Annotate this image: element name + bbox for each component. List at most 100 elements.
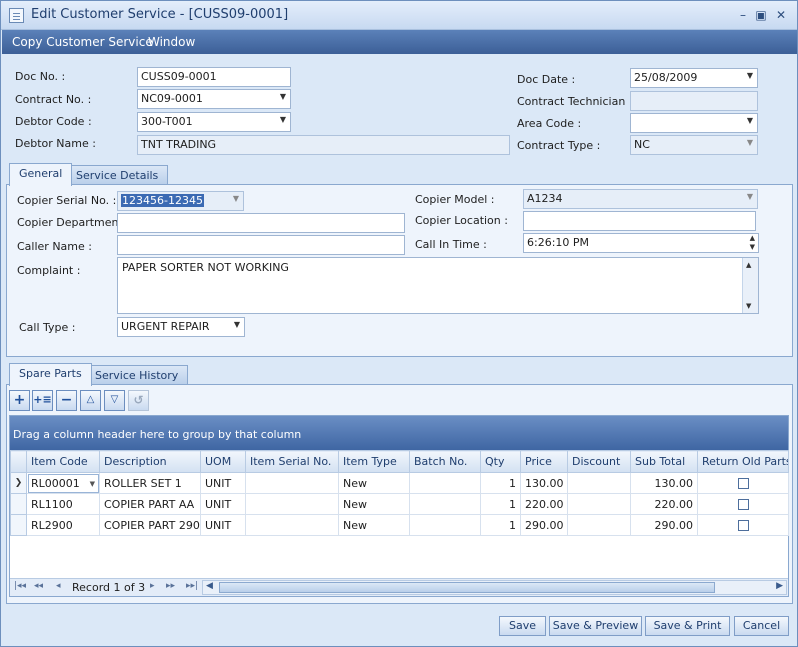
item-type-cell[interactable]: New — [338, 493, 410, 515]
copier-department-field[interactable] — [117, 213, 405, 233]
subtotal-cell[interactable]: 220.00 — [630, 493, 698, 515]
serial-cell[interactable] — [245, 493, 339, 515]
col-qty[interactable]: Qty — [480, 450, 521, 473]
uom-cell[interactable]: UNIT — [200, 493, 246, 515]
col-discount[interactable]: Discount — [567, 450, 631, 473]
prev-page-icon[interactable]: ◂◂ — [34, 581, 43, 591]
tab-service-details[interactable]: Service Details — [66, 165, 169, 186]
insert-row-icon[interactable]: +≡ — [32, 390, 53, 411]
table-row[interactable]: RL2900 COPIER PART 2900 UNIT New 1 290.0… — [10, 514, 789, 536]
col-item-type[interactable]: Item Type — [338, 450, 410, 473]
cancel-button[interactable]: Cancel — [734, 616, 789, 636]
tab-general[interactable]: General — [9, 163, 73, 186]
description-cell[interactable]: COPIER PART AA — [99, 493, 201, 515]
horizontal-scrollbar[interactable]: ◀ ▶ — [202, 580, 787, 595]
next-record-icon[interactable]: ▸ — [150, 581, 155, 591]
scroll-up-icon[interactable]: ▲ — [746, 261, 751, 269]
subtotal-cell[interactable]: 130.00 — [630, 472, 698, 494]
complaint-textarea[interactable]: PAPER SORTER NOT WORKING ▲ ▼ — [117, 257, 759, 314]
prev-record-icon[interactable]: ◂ — [56, 581, 61, 591]
uom-cell[interactable]: UNIT — [200, 514, 246, 536]
price-cell[interactable]: 290.00 — [520, 514, 568, 536]
col-description[interactable]: Description — [99, 450, 201, 473]
area-code-select[interactable]: ▼ — [630, 113, 758, 133]
save-preview-button[interactable]: Save & Preview — [549, 616, 642, 636]
uom-cell[interactable]: UNIT — [200, 472, 246, 494]
description-cell[interactable]: COPIER PART 2900 — [99, 514, 201, 536]
doc-date-picker[interactable]: 25/08/2009 ▼ — [630, 68, 758, 88]
contract-no-select[interactable]: NC09-0001 ▼ — [137, 89, 291, 109]
add-row-icon[interactable]: + — [9, 390, 30, 411]
return-old-checkbox[interactable] — [737, 499, 749, 510]
return-old-cell[interactable] — [697, 493, 789, 515]
col-uom[interactable]: UOM — [200, 450, 246, 473]
col-batch-no[interactable]: Batch No. — [409, 450, 481, 473]
menu-copy-customer-service[interactable]: Copy Customer Service — [12, 35, 153, 49]
discount-cell[interactable] — [567, 493, 631, 515]
item-code-cell[interactable]: RL2900 — [26, 514, 100, 536]
col-price[interactable]: Price — [520, 450, 568, 473]
chevron-down-icon[interactable]: ▼ — [90, 480, 95, 488]
qty-cell[interactable]: 1 — [480, 493, 521, 515]
call-type-select[interactable]: URGENT REPAIR ▼ — [117, 317, 245, 337]
contract-type-select[interactable]: NC ▼ — [630, 135, 758, 155]
qty-cell[interactable]: 1 — [480, 472, 521, 494]
minimize-button[interactable]: – — [735, 7, 751, 23]
scroll-left-icon[interactable]: ◀ — [206, 581, 213, 591]
subtotal-cell[interactable]: 290.00 — [630, 514, 698, 536]
item-type-cell[interactable]: New — [338, 514, 410, 536]
return-old-cell[interactable] — [697, 514, 789, 536]
item-type-cell[interactable]: New — [338, 472, 410, 494]
debtor-code-select[interactable]: 300-T001 ▼ — [137, 112, 291, 132]
scroll-right-icon[interactable]: ▶ — [776, 581, 783, 591]
save-print-button[interactable]: Save & Print — [645, 616, 730, 636]
batch-cell[interactable] — [409, 472, 481, 494]
menu-window[interactable]: Window — [148, 35, 195, 49]
table-row[interactable]: ❯ RL00001 ▼ ROLLER SET 1 UNIT New 1 130.0… — [10, 472, 789, 494]
serial-cell[interactable] — [245, 472, 339, 494]
next-page-icon[interactable]: ▸▸ — [166, 581, 175, 591]
return-old-checkbox[interactable] — [737, 478, 749, 489]
discount-cell[interactable] — [567, 514, 631, 536]
col-return-old-parts[interactable]: Return Old Parts — [697, 450, 789, 473]
scroll-down-icon[interactable]: ▼ — [746, 302, 751, 310]
scroll-thumb[interactable] — [219, 582, 715, 593]
close-button[interactable]: ✕ — [773, 7, 789, 23]
group-by-area[interactable]: Drag a column header here to group by th… — [10, 416, 788, 450]
spin-up-icon[interactable]: ▲ — [750, 234, 755, 242]
item-code-cell[interactable]: RL00001 ▼ — [26, 472, 100, 494]
price-cell[interactable]: 130.00 — [520, 472, 568, 494]
save-button[interactable]: Save — [499, 616, 546, 636]
spin-down-icon[interactable]: ▼ — [750, 243, 755, 251]
description-cell[interactable]: ROLLER SET 1 — [99, 472, 201, 494]
complaint-scrollbar[interactable]: ▲ ▼ — [742, 258, 758, 313]
move-up-icon[interactable]: △ — [80, 390, 101, 411]
maximize-button[interactable]: ▣ — [753, 7, 769, 23]
serial-cell[interactable] — [245, 514, 339, 536]
last-page-icon[interactable]: ▸▸| — [186, 581, 198, 591]
discount-cell[interactable] — [567, 472, 631, 494]
batch-cell[interactable] — [409, 493, 481, 515]
contract-technician-field[interactable] — [630, 91, 758, 111]
tab-spare-parts[interactable]: Spare Parts — [9, 363, 92, 386]
copier-location-field[interactable] — [523, 211, 756, 231]
col-item-serial-no[interactable]: Item Serial No. — [245, 450, 339, 473]
undo-icon[interactable]: ↺ — [128, 390, 149, 411]
item-code-cell[interactable]: RL1100 — [26, 493, 100, 515]
col-item-code[interactable]: Item Code — [26, 450, 100, 473]
table-row[interactable]: RL1100 COPIER PART AA UNIT New 1 220.00 … — [10, 493, 789, 515]
tab-service-history[interactable]: Service History — [85, 365, 189, 386]
return-old-cell[interactable] — [697, 472, 789, 494]
move-down-icon[interactable]: ▽ — [104, 390, 125, 411]
caller-name-field[interactable] — [117, 235, 405, 255]
price-cell[interactable]: 220.00 — [520, 493, 568, 515]
qty-cell[interactable]: 1 — [480, 514, 521, 536]
call-in-time-field[interactable]: 6:26:10 PM ▲ ▼ — [523, 233, 759, 253]
delete-row-icon[interactable]: − — [56, 390, 77, 411]
first-page-icon[interactable]: |◂◂ — [14, 581, 26, 591]
return-old-checkbox[interactable] — [737, 520, 749, 531]
col-sub-total[interactable]: Sub Total — [630, 450, 698, 473]
debtor-name-field[interactable]: TNT TRADING — [137, 135, 510, 155]
batch-cell[interactable] — [409, 514, 481, 536]
copier-serial-select[interactable]: 123456-12345 ▼ — [117, 191, 244, 211]
